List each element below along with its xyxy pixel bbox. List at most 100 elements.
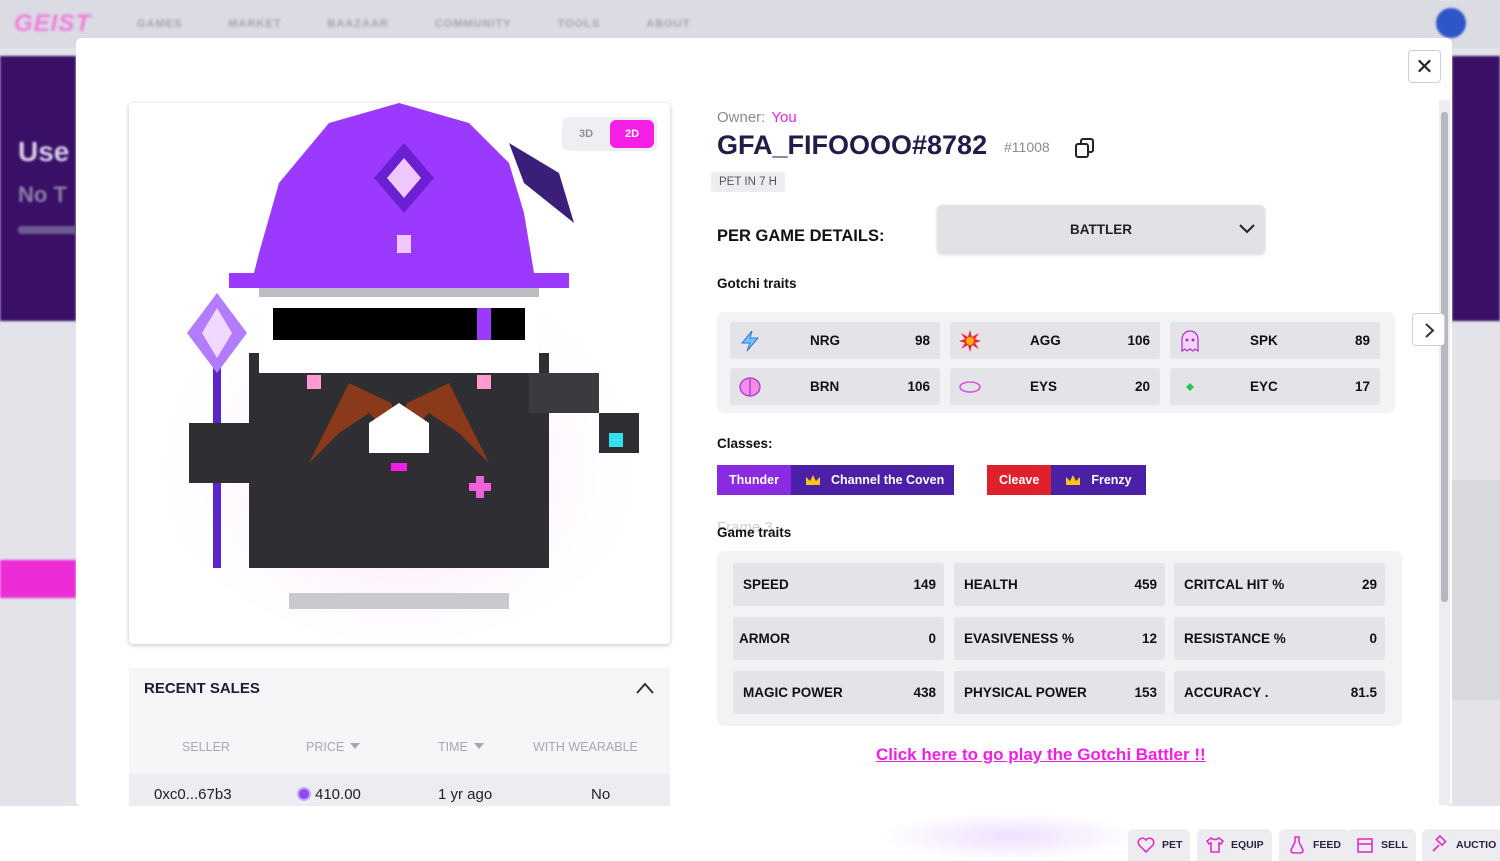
chevron-up-icon[interactable] (635, 681, 655, 695)
gotchi-traits-panel: NRG 98 AGG 106 SPK 89 BRN 106 EYS 20 EYC… (717, 312, 1395, 413)
view-toggle: 3D 2D (562, 117, 657, 151)
game-trait-name: PHYSICAL POWER (964, 685, 1087, 700)
chevron-right-icon (1425, 323, 1435, 338)
game-trait-name: RESISTANCE % (1184, 631, 1286, 646)
class-secondary: Channel the Coven (791, 465, 955, 495)
hero-subtitle: No T (18, 182, 67, 207)
heart-icon (1137, 837, 1155, 854)
nav-tools[interactable]: TOOLS (558, 18, 601, 30)
user-avatar[interactable] (1436, 8, 1466, 38)
game-traits-title: Game traits (717, 525, 792, 540)
background-right-card (1452, 480, 1500, 700)
trait-value: 20 (1134, 379, 1150, 394)
play-battler-link[interactable]: Click here to go play the Gotchi Battler… (876, 745, 1206, 765)
gotchi-id: #11008 (1004, 139, 1050, 155)
class-primary: Cleave (987, 465, 1052, 495)
background-hero: Use No T (0, 56, 78, 321)
nav-market[interactable]: MARKET (228, 18, 281, 30)
nav-about[interactable]: ABOUT (646, 18, 690, 30)
game-select-value: BATTLER (1070, 222, 1132, 237)
game-trait-name: ARMOR (739, 631, 790, 646)
auction-button-label: AUCTIO (1456, 839, 1497, 851)
trait-spk: SPK 89 (1170, 322, 1380, 359)
game-trait-speed: SPEED 149 (733, 563, 944, 606)
class-badge-cleave: Cleave Frenzy (987, 465, 1146, 495)
game-trait-physical-power: PHYSICAL POWER 153 (954, 671, 1165, 714)
bottom-glow (880, 812, 1140, 861)
ghst-coin-icon (297, 787, 311, 801)
trait-value: 98 (914, 333, 930, 348)
sort-caret-icon (350, 743, 361, 749)
per-game-details-label: PER GAME DETAILS: (717, 227, 885, 245)
owner-value[interactable]: You (771, 109, 796, 126)
trait-name: NRG (810, 333, 840, 348)
bottom-action-bar (0, 806, 1500, 861)
burst-icon (959, 330, 981, 352)
brain-icon (739, 377, 761, 397)
sale-seller[interactable]: 0xc0...67b3 (154, 786, 232, 803)
next-button[interactable] (1412, 313, 1445, 346)
game-trait-name: EVASIVENESS % (964, 631, 1075, 646)
auction-button[interactable]: AUCTIO (1422, 829, 1500, 861)
close-icon: ✕ (1415, 53, 1434, 79)
copy-icon[interactable] (1074, 137, 1096, 159)
trait-value: 89 (1354, 333, 1370, 348)
pet-button[interactable]: PET (1128, 829, 1191, 861)
feed-button-label: FEED (1313, 839, 1342, 851)
game-trait-name: SPEED (743, 577, 789, 592)
sell-button-label: SELL (1381, 839, 1408, 851)
equip-button-label: EQUIP (1231, 839, 1264, 851)
potion-icon (1290, 836, 1304, 854)
scrollbar-thumb[interactable] (1441, 112, 1448, 602)
sell-button[interactable]: SELL (1347, 829, 1416, 861)
col-time-label: TIME (438, 740, 468, 754)
trait-name: BRN (810, 379, 840, 394)
game-trait-crit: CRITCAL HIT % 29 (1174, 563, 1385, 606)
toggle-2d-button[interactable]: 2D (610, 120, 654, 148)
game-trait-health: HEALTH 459 (954, 563, 1165, 606)
pet-button-label: PET (1162, 839, 1183, 851)
lightning-icon (740, 330, 760, 352)
trait-nrg: NRG 98 (730, 322, 940, 359)
game-select-dropdown[interactable]: BATTLER (937, 205, 1265, 254)
col-time[interactable]: TIME (438, 740, 484, 754)
site-logo: GEIST (14, 10, 92, 37)
crown-icon (806, 475, 820, 485)
nav-baazaar[interactable]: BAAZAAR (327, 18, 388, 30)
class-primary: Thunder (717, 465, 791, 495)
game-trait-name: MAGIC POWER (743, 685, 843, 700)
sale-price-value: 410.00 (315, 786, 361, 803)
toggle-3d-button[interactable]: 3D (566, 120, 606, 148)
game-trait-name: ACCURACY . (1184, 685, 1269, 700)
class-secondary: Frenzy (1051, 465, 1146, 495)
nav-community[interactable]: COMMUNITY (435, 18, 512, 30)
game-trait-value: 0 (928, 631, 936, 646)
equip-button[interactable]: EQUIP (1197, 829, 1272, 861)
close-button[interactable]: ✕ (1408, 50, 1441, 83)
classes-title: Classes: (717, 436, 773, 451)
gotchi-pixel-art (139, 103, 659, 643)
trait-value: 17 (1354, 379, 1370, 394)
col-price-label: PRICE (306, 740, 345, 754)
modal-scrollbar[interactable] (1439, 100, 1450, 805)
trait-name: EYC (1250, 379, 1278, 394)
gavel-icon (1432, 835, 1447, 852)
game-trait-armor: ARMOR 0 (733, 617, 944, 660)
trait-eys: EYS 20 (950, 368, 1160, 405)
col-price[interactable]: PRICE (306, 740, 361, 754)
feed-button[interactable]: FEED (1279, 829, 1350, 861)
class-badge-thunder: Thunder Channel the Coven (717, 465, 955, 495)
game-trait-name: CRITCAL HIT % (1184, 577, 1285, 592)
game-trait-value: 81.5 (1350, 685, 1377, 700)
col-with-wearable: WITH WEARABLE (533, 740, 638, 754)
game-trait-name: HEALTH (964, 577, 1018, 592)
trait-name: SPK (1250, 333, 1278, 348)
background-right-panel (1452, 56, 1500, 321)
gotchi-traits-title: Gotchi traits (717, 276, 797, 291)
background-pink-strip (0, 560, 76, 598)
trait-eyc: EYC 17 (1170, 368, 1380, 405)
nav-games[interactable]: GAMES (137, 18, 182, 30)
hero-line (18, 226, 78, 234)
owner-line: Owner: You (717, 109, 797, 126)
class-secondary-label: Channel the Coven (831, 473, 945, 487)
